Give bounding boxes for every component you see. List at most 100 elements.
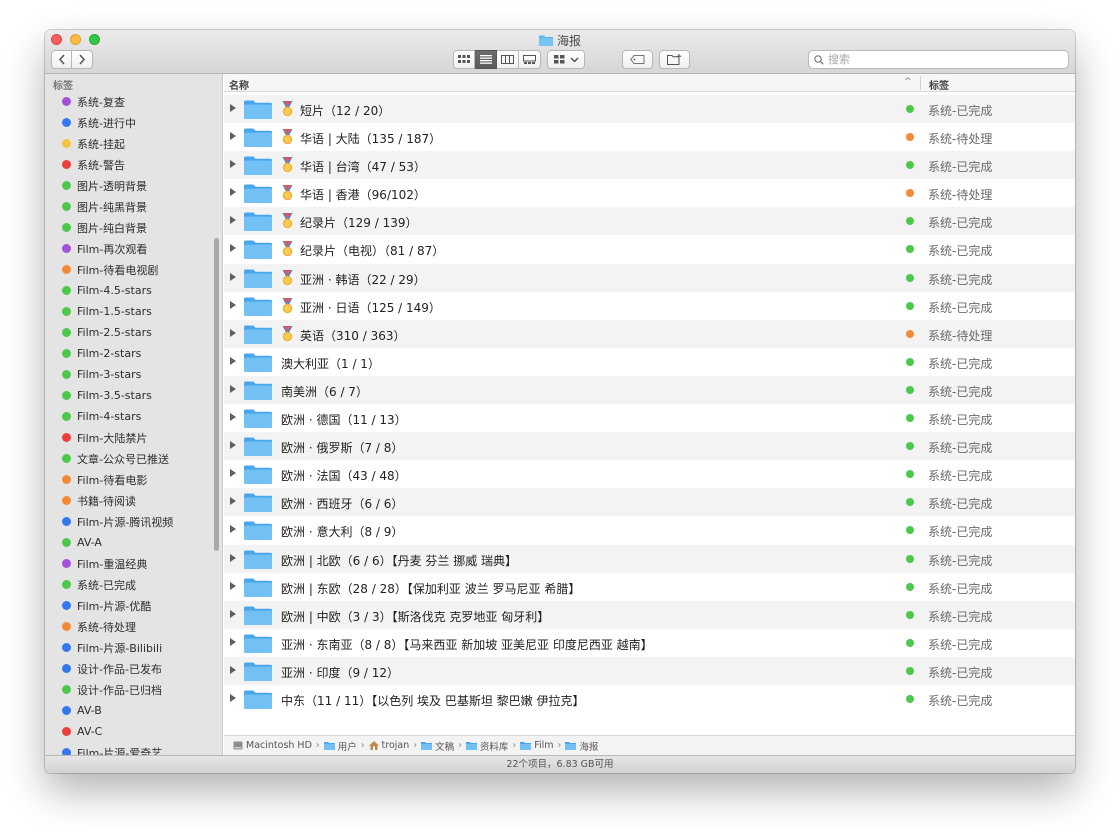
file-row[interactable]: 欧洲 | 中欧（3 / 3）【斯洛伐克 克罗地亚 匈牙利】 系统-已完成 xyxy=(224,600,1075,629)
disclosure-triangle-icon[interactable] xyxy=(230,665,236,674)
sidebar-tag-item[interactable]: 设计-作品-已发布 xyxy=(45,658,222,679)
sidebar-tag-item[interactable]: Film-大陆禁片 xyxy=(45,427,222,448)
file-row[interactable]: 纪录片（129 / 139） 系统-已完成 xyxy=(224,207,1075,236)
sidebar-tag-item[interactable]: 系统-已完成 xyxy=(45,574,222,595)
disclosure-triangle-icon[interactable] xyxy=(230,609,236,618)
gallery-view-button[interactable] xyxy=(519,50,541,69)
path-item[interactable]: 用户 xyxy=(323,739,357,753)
path-item[interactable]: trojan xyxy=(368,740,409,751)
back-button[interactable] xyxy=(51,50,72,69)
path-item[interactable]: 文稿 xyxy=(421,739,454,753)
sidebar-tag-item[interactable]: Film-3.5-stars xyxy=(45,385,222,406)
disclosure-triangle-icon[interactable] xyxy=(230,637,236,646)
disclosure-triangle-icon[interactable] xyxy=(230,581,236,590)
disclosure-triangle-icon[interactable] xyxy=(230,384,236,393)
disclosure-triangle-icon[interactable] xyxy=(230,553,236,562)
disclosure-triangle-icon[interactable] xyxy=(230,441,236,450)
disclosure-triangle-icon[interactable] xyxy=(230,693,236,702)
sidebar-tag-item[interactable]: Film-4-stars xyxy=(45,406,222,427)
sidebar-tag-item[interactable]: Film-再次观看 xyxy=(45,238,222,259)
file-row[interactable]: 欧洲 · 法国（43 / 48） 系统-已完成 xyxy=(224,460,1075,489)
sidebar-tag-item[interactable]: 书籍-待阅读 xyxy=(45,490,222,511)
sidebar-tag-item[interactable]: 图片-纯黑背景 xyxy=(45,196,222,217)
sidebar-tag-item[interactable]: 系统-警告 xyxy=(45,154,222,175)
file-row[interactable]: 欧洲 · 德国（11 / 13） 系统-已完成 xyxy=(224,404,1075,433)
file-row[interactable]: 纪录片（电视）（81 / 87） 系统-已完成 xyxy=(224,235,1075,264)
sidebar-tag-item[interactable]: 设计-作品-已归档 xyxy=(45,679,222,700)
file-row[interactable]: 亚洲 · 东南亚（8 / 8）【马来西亚 新加坡 亚美尼亚 印度尼西亚 越南】 系… xyxy=(224,628,1075,657)
disclosure-triangle-icon[interactable] xyxy=(230,216,236,225)
sidebar-tag-item[interactable]: Film-片源-腾讯视频 xyxy=(45,511,222,532)
search-field[interactable] xyxy=(808,50,1069,69)
sidebar-tag-item[interactable]: AV-C xyxy=(45,721,222,742)
group-by-button[interactable] xyxy=(547,50,585,69)
sidebar-tag-item[interactable]: 系统-挂起 xyxy=(45,133,222,154)
sidebar-tag-item[interactable]: 文章-公众号已推送 xyxy=(45,448,222,469)
file-row[interactable]: 澳大利亚（1 / 1） 系统-已完成 xyxy=(224,347,1075,376)
disclosure-triangle-icon[interactable] xyxy=(230,525,236,534)
sidebar-scrollbar[interactable] xyxy=(214,238,219,551)
file-row[interactable]: 欧洲 · 意大利（8 / 9） 系统-已完成 xyxy=(224,516,1075,545)
path-item[interactable]: Film xyxy=(520,740,554,751)
sidebar-tag-item[interactable]: 图片-透明背景 xyxy=(45,175,222,196)
sidebar-tag-item[interactable]: 系统-复查 xyxy=(45,91,222,112)
file-row[interactable]: 华语 | 台湾（47 / 53） 系统-已完成 xyxy=(224,151,1075,180)
file-row[interactable]: 欧洲 · 俄罗斯（7 / 8） 系统-已完成 xyxy=(224,432,1075,461)
disclosure-triangle-icon[interactable] xyxy=(230,272,236,281)
disclosure-triangle-icon[interactable] xyxy=(230,104,236,112)
sidebar-tag-item[interactable]: 系统-待处理 xyxy=(45,616,222,637)
sidebar-tag-item[interactable]: Film-片源-优酷 xyxy=(45,595,222,616)
sidebar-tag-item[interactable]: Film-待看电视剧 xyxy=(45,259,222,280)
file-row[interactable]: 欧洲 | 东欧（28 / 28）【保加利亚 波兰 罗马尼亚 希腊】 系统-已完成 xyxy=(224,572,1075,601)
sidebar-tag-item[interactable]: Film-待看电影 xyxy=(45,469,222,490)
file-tag: 系统-已完成 xyxy=(928,637,993,652)
new-folder-button[interactable] xyxy=(659,50,690,69)
sidebar-tag-item[interactable]: Film-2.5-stars xyxy=(45,322,222,343)
edit-tags-button[interactable] xyxy=(622,50,653,69)
file-row[interactable]: 欧洲 | 北欧（6 / 6）【丹麦 芬兰 挪威 瑞典】 系统-已完成 xyxy=(224,544,1075,573)
column-divider[interactable] xyxy=(920,76,921,90)
sidebar-tag-item[interactable]: Film-片源-爱奇艺 xyxy=(45,742,222,755)
column-name-header[interactable]: 名称 xyxy=(229,77,249,92)
disclosure-triangle-icon[interactable] xyxy=(230,244,236,253)
disclosure-triangle-icon[interactable] xyxy=(230,160,236,169)
sidebar-tag-item[interactable]: Film-1.5-stars xyxy=(45,301,222,322)
forward-button[interactable] xyxy=(72,50,93,69)
sidebar-tag-item[interactable]: AV-A xyxy=(45,532,222,553)
path-item[interactable]: Macintosh HD xyxy=(233,740,312,751)
disclosure-triangle-icon[interactable] xyxy=(230,469,236,478)
file-row[interactable]: 亚洲 · 日语（125 / 149） 系统-已完成 xyxy=(224,291,1075,320)
file-row[interactable]: 华语 | 香港（96/102） 系统-待处理 xyxy=(224,179,1075,208)
column-view-button[interactable] xyxy=(497,50,519,69)
disclosure-triangle-icon[interactable] xyxy=(230,356,236,365)
disclosure-triangle-icon[interactable] xyxy=(230,497,236,506)
path-item[interactable]: 资料库 xyxy=(465,739,508,753)
icon-view-button[interactable] xyxy=(453,50,475,69)
path-item[interactable]: 海报 xyxy=(565,739,598,753)
sidebar-tag-item[interactable]: AV-B xyxy=(45,700,222,721)
sidebar-tag-item[interactable]: 系统-进行中 xyxy=(45,112,222,133)
tag-color-dot xyxy=(62,97,71,106)
file-row[interactable]: 短片（12 / 20） 系统-已完成 xyxy=(224,95,1075,124)
file-row[interactable]: 华语 | 大陆（135 / 187） 系统-待处理 xyxy=(224,123,1075,152)
file-row[interactable]: 英语（310 / 363） 系统-待处理 xyxy=(224,319,1075,348)
file-row[interactable]: 欧洲 · 西班牙（6 / 6） 系统-已完成 xyxy=(224,488,1075,517)
column-tags-header[interactable]: 标签 xyxy=(929,77,949,92)
sidebar-tag-item[interactable]: Film-2-stars xyxy=(45,343,222,364)
disclosure-triangle-icon[interactable] xyxy=(230,188,236,197)
sidebar-tag-item[interactable]: Film-4.5-stars xyxy=(45,280,222,301)
search-input[interactable] xyxy=(828,53,1048,66)
disclosure-triangle-icon[interactable] xyxy=(230,328,236,337)
disclosure-triangle-icon[interactable] xyxy=(230,413,236,422)
disclosure-triangle-icon[interactable] xyxy=(230,300,236,309)
sidebar-tag-item[interactable]: Film-片源-Bilibili xyxy=(45,637,222,658)
sidebar-tag-item[interactable]: 图片-纯白背景 xyxy=(45,217,222,238)
file-row[interactable]: 中东（11 / 11）【以色列 埃及 巴基斯坦 黎巴嫩 伊拉克】 系统-已完成 xyxy=(224,684,1075,714)
sidebar-tag-item[interactable]: Film-重温经典 xyxy=(45,553,222,574)
sidebar-tag-item[interactable]: Film-3-stars xyxy=(45,364,222,385)
file-row[interactable]: 南美洲（6 / 7） 系统-已完成 xyxy=(224,375,1075,405)
list-view-button[interactable] xyxy=(475,50,497,69)
disclosure-triangle-icon[interactable] xyxy=(230,132,236,141)
file-row[interactable]: 亚洲 · 韩语（22 / 29） 系统-已完成 xyxy=(224,263,1075,292)
file-row[interactable]: 亚洲 · 印度（9 / 12） 系统-已完成 xyxy=(224,656,1075,685)
